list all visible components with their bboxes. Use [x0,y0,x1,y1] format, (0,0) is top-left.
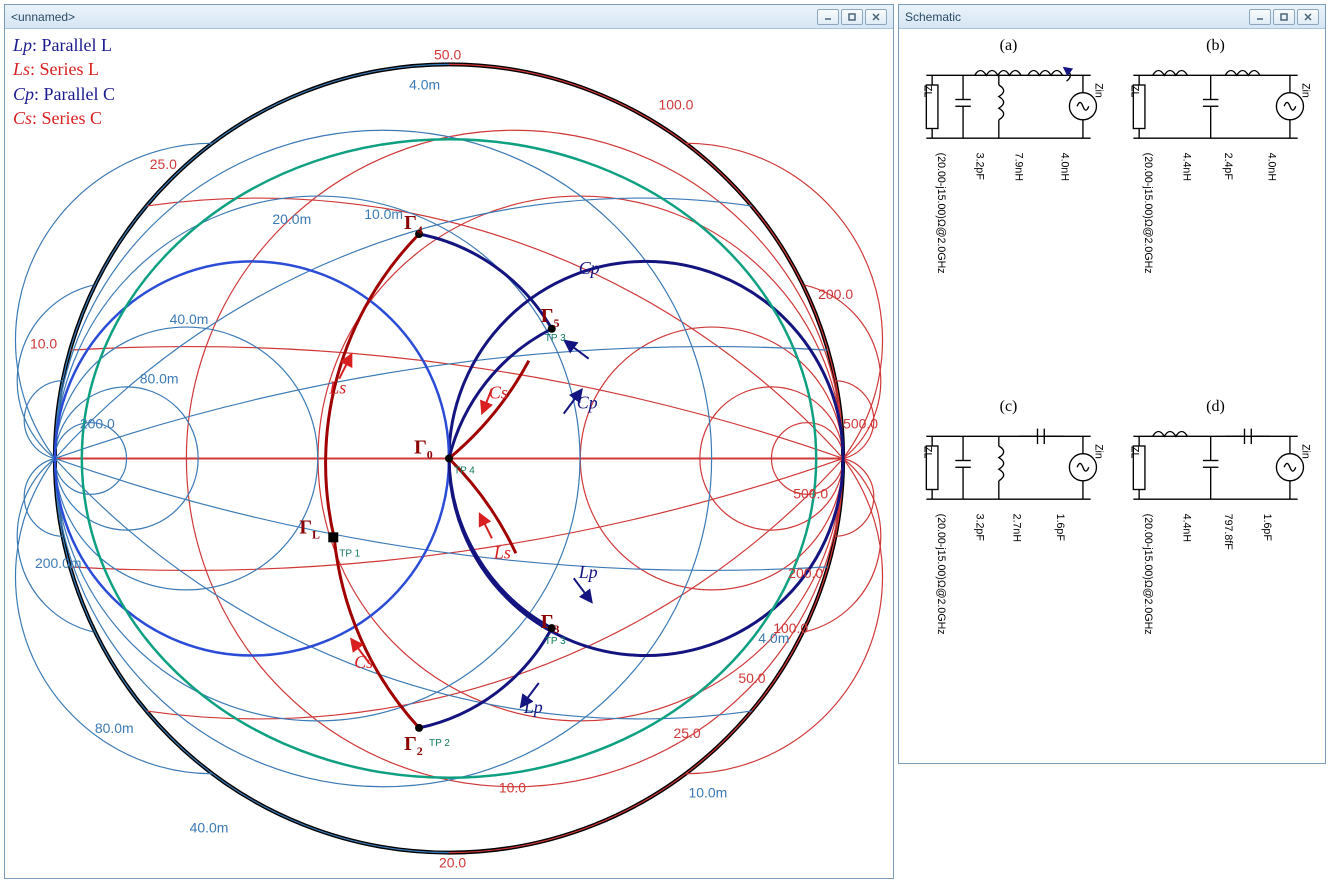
window-buttons-left [817,9,887,25]
g-tick: 10.0m [688,785,727,801]
schematic-c-label: (c) [1000,398,1018,416]
gammaL-label: ΓL [299,516,320,541]
val: 3.2pF [974,153,986,181]
tp4-label: TP 4 [454,465,475,476]
g-tick: 10.0m [364,206,403,222]
minimize-button[interactable] [817,9,839,25]
gamma5-label: Γ5 [541,305,560,330]
r-tick: 500.0 [793,485,828,501]
lp-label-1: Lp [578,562,598,582]
tp3a-label: TP 3 [545,636,566,647]
legend-cs: Cs: Series C [13,106,115,130]
schematic-d: (d) Zin ZL 1.6pF 797.8fF [1114,398,1317,755]
val: 7.9nH [1012,153,1024,181]
r-tick: 100.0 [659,96,694,112]
window-title-left: <unnamed> [11,10,817,24]
close-button[interactable] [1297,9,1319,25]
zl-label: ZL [921,85,933,97]
close-button[interactable] [865,9,887,25]
g-tick: 80.0m [140,371,179,387]
tp2-label: TP 2 [429,738,450,749]
g-tick: 200.0 [80,416,115,432]
schematic-d-label: (d) [1206,398,1225,416]
lp-label-2: Lp [523,697,543,717]
val: (20.00-j15.00)Ω@2.0GHz [935,153,947,274]
minimize-button[interactable] [1249,9,1271,25]
smith-chart-body: Lp: Parallel L Ls: Series L Cp: Parallel… [5,29,893,878]
window-buttons-right [1249,9,1319,25]
svg-text:Zin: Zin [1093,444,1105,459]
r-tick: 10.0 [30,336,57,352]
g-tick: 40.0m [190,820,229,836]
svg-text:4.4nH: 4.4nH [1181,153,1193,181]
svg-text:Zin: Zin [1300,444,1312,459]
r-tick: 25.0 [673,725,700,741]
svg-text:1.6pF: 1.6pF [1054,514,1066,542]
r-tick: 20.0 [439,855,466,871]
legend-cp: Cp: Parallel C [13,82,115,106]
schematic-a-label: (a) [1000,37,1018,55]
schematic-pane: Schematic (a) [898,4,1326,764]
ls-label-1: Ls [328,378,346,398]
r-tick: 200.0 [818,286,853,302]
titlebar-right: Schematic [899,5,1325,29]
gamma4-label: Γ4 [404,212,423,237]
g-tick: 4.0m [409,76,440,92]
zin-label: Zin [1093,83,1105,98]
maximize-button[interactable] [1273,9,1295,25]
g-tick: 4.0m [758,630,789,646]
svg-text:(20.00-j15.00)Ω@2.0GHz: (20.00-j15.00)Ω@2.0GHz [1142,514,1154,635]
g-tick: 40.0m [170,311,209,327]
schematic-b-label: (b) [1206,37,1225,55]
r-tick: 50.0 [738,670,765,686]
svg-text:(20.00-j15.00)Ω@2.0GHz: (20.00-j15.00)Ω@2.0GHz [1142,153,1154,274]
r-tick: 50.0 [434,46,461,62]
gamma2-label: Γ2 [404,733,423,758]
g-tick: 80.0m [95,720,134,736]
svg-text:4.0nH: 4.0nH [1266,153,1278,181]
svg-text:4.4nH: 4.4nH [1181,514,1193,542]
schematic-a: (a) [907,37,1110,394]
ls-label-2: Ls [493,542,511,562]
legend-lp: Lp: Parallel L [13,33,115,57]
legend-ls: Ls: Series L [13,57,115,81]
cp-label-1: Cp [579,258,600,278]
schematic-b: (b) Zin ZL 4.0nH 2.4pF 4. [1114,37,1317,394]
cs-label-2: Cs [354,652,373,672]
svg-text:1.6pF: 1.6pF [1261,514,1273,542]
r-tick: 200.0 [788,565,823,581]
svg-text:ZL: ZL [1128,446,1140,458]
window-title-right: Schematic [905,10,1249,24]
gamma0-label: Γ0 [414,437,433,462]
tp3b-label: TP 3 [545,333,566,344]
titlebar-left: <unnamed> [5,5,893,29]
svg-text:(20.00-j15.00)Ω@2.0GHz: (20.00-j15.00)Ω@2.0GHz [935,514,947,635]
schematic-c: (c) Zin ZL 1.6pF [907,398,1110,755]
smith-chart-pane: <unnamed> Lp: Parallel L Ls: Series L Cp… [4,4,894,879]
svg-text:2.4pF: 2.4pF [1222,153,1234,181]
svg-text:Zin: Zin [1300,83,1312,98]
svg-text:ZL: ZL [921,446,933,458]
g-tick: 20.0m [272,211,311,227]
svg-text:2.7nH: 2.7nH [1010,514,1022,542]
r-tick: 25.0 [150,156,177,172]
svg-text:ZL: ZL [1128,85,1140,97]
r-tick: 500.0 [843,416,878,432]
gamma3-label: Γ3 [541,611,560,636]
tp1-label: TP 1 [339,548,360,559]
svg-text:3.2pF: 3.2pF [974,514,986,542]
val: 4.0nH [1059,153,1071,181]
svg-text:797.8fF: 797.8fF [1222,514,1234,551]
g-tick: 200.0m [35,555,82,571]
cs-label-1: Cs [489,383,508,403]
schematic-grid: (a) [899,29,1325,763]
r-tick: 10.0 [499,780,526,796]
maximize-button[interactable] [841,9,863,25]
cp-label-2: Cp [577,393,598,413]
smith-chart-svg: Γ0 ΓL Γ2 Γ3 Γ4 Γ5 TP 1 TP 2 TP 3 TP 3 TP… [5,29,893,878]
legend: Lp: Parallel L Ls: Series L Cp: Parallel… [13,33,115,130]
